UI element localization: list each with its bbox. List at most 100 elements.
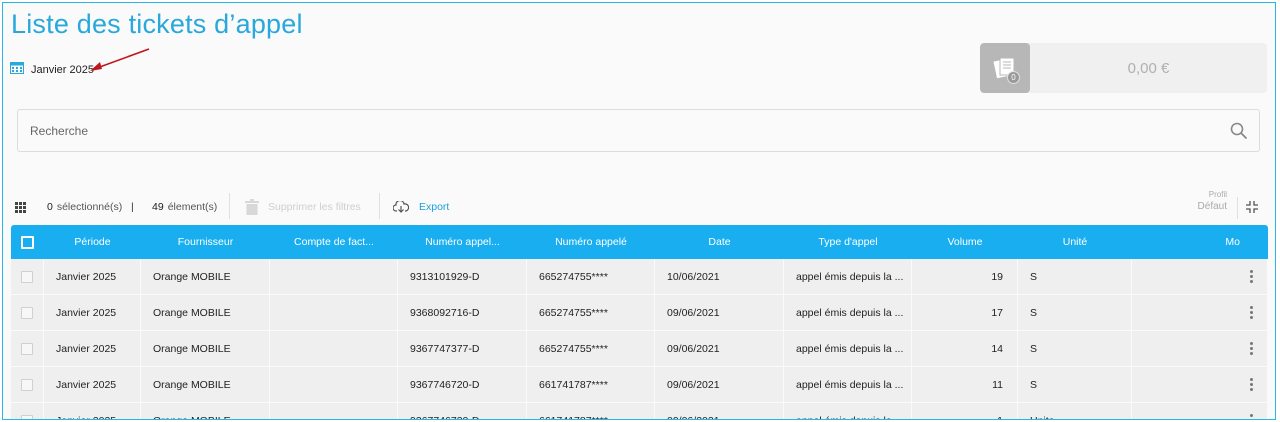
tickets-grid: Période Fournisseur Compte de fact... Nu… bbox=[11, 225, 1268, 419]
table-cell: Orange MOBILE bbox=[141, 402, 270, 419]
table-cell bbox=[270, 258, 398, 295]
kebab-menu-icon bbox=[1250, 414, 1253, 419]
table-cell: 9367746720-D bbox=[398, 366, 527, 403]
table-cell: 1 bbox=[912, 402, 1018, 419]
col-header[interactable]: Période bbox=[44, 236, 141, 248]
table-cell: 14 bbox=[912, 330, 1018, 367]
table-cell: Orange MOBILE bbox=[141, 366, 270, 403]
table-cell: 09/06/2021 bbox=[655, 294, 784, 331]
column-chooser-button[interactable] bbox=[15, 193, 26, 221]
table-cell: 10/06/2021 bbox=[655, 258, 784, 295]
col-header[interactable]: Date bbox=[655, 236, 784, 248]
arrow-annotation bbox=[90, 48, 150, 71]
search-bar bbox=[17, 109, 1260, 152]
clear-filters-button[interactable]: Supprimer les filtres bbox=[245, 193, 361, 221]
selected-count: 0 sélectionné(s) bbox=[47, 193, 122, 221]
table-cell: appel émis depuis la ... bbox=[784, 258, 912, 295]
period-selector[interactable]: Janvier 2025 bbox=[10, 61, 94, 79]
export-button[interactable]: Export bbox=[393, 193, 449, 221]
col-header[interactable]: Mo bbox=[1132, 236, 1268, 248]
table-cell: S bbox=[1018, 258, 1132, 295]
cloud-download-icon bbox=[393, 201, 409, 213]
col-header[interactable]: Compte de fact... bbox=[270, 236, 398, 248]
col-header[interactable]: Fournisseur bbox=[141, 236, 270, 248]
grid-body: Janvier 2025 Orange MOBILE 9313101929-D 665… bbox=[11, 258, 1268, 419]
col-header[interactable]: Type d'appel bbox=[784, 236, 912, 248]
select-all-checkbox[interactable] bbox=[11, 235, 44, 249]
table-cell: 9367746720-D bbox=[398, 402, 527, 419]
table-cell: 661741787**** bbox=[527, 366, 655, 403]
ticket-count-badge: 0 bbox=[1007, 71, 1020, 84]
search-input[interactable] bbox=[30, 123, 1219, 138]
table-cell: 9367747377-D bbox=[398, 330, 527, 367]
table-cell: 661741787**** bbox=[527, 402, 655, 419]
table-cell bbox=[270, 366, 398, 403]
table-cell: 09/06/2021 bbox=[655, 330, 784, 367]
toolbar-separator: | bbox=[131, 201, 134, 213]
kebab-menu-icon bbox=[1250, 342, 1253, 355]
total-amount: 0,00 € bbox=[1127, 59, 1170, 77]
table-cell: Janvier 2025 bbox=[44, 258, 141, 295]
table-cell: 665274755**** bbox=[527, 294, 655, 331]
table-cell: appel émis depuis la ... bbox=[784, 330, 912, 367]
table-cell: 11 bbox=[912, 366, 1018, 403]
row-menu-button[interactable] bbox=[1132, 366, 1268, 403]
table-cell bbox=[270, 294, 398, 331]
profile-value: Défaut bbox=[1197, 201, 1227, 212]
table-cell: appel émis depuis la ... bbox=[784, 366, 912, 403]
row-menu-button[interactable] bbox=[1132, 402, 1268, 419]
element-count-value: 49 bbox=[152, 201, 164, 213]
search-button[interactable] bbox=[1219, 122, 1259, 140]
table-cell: Orange MOBILE bbox=[141, 258, 270, 295]
element-count-label: élement(s) bbox=[167, 201, 218, 213]
grid-icon bbox=[15, 201, 26, 213]
col-header[interactable]: Unité bbox=[1018, 236, 1132, 248]
table-cell: Unite bbox=[1018, 402, 1132, 419]
table-cell: 665274755**** bbox=[527, 258, 655, 295]
table-row[interactable]: Janvier 2025 Orange MOBILE 9368092716-D 665… bbox=[11, 294, 1268, 331]
collapse-button[interactable] bbox=[1245, 193, 1259, 221]
kebab-menu-icon bbox=[1250, 378, 1253, 391]
table-row[interactable]: Janvier 2025 Orange MOBILE 9367747377-D 665… bbox=[11, 330, 1268, 367]
receipt-stack-icon: 0 bbox=[980, 43, 1030, 93]
table-cell: 17 bbox=[912, 294, 1018, 331]
table-cell: 19 bbox=[912, 258, 1018, 295]
amount-summary-card: 0 0,00 € bbox=[980, 43, 1267, 93]
row-checkbox[interactable] bbox=[11, 402, 44, 419]
table-cell: Janvier 2025 bbox=[44, 402, 141, 419]
trash-icon bbox=[245, 199, 259, 215]
table-row[interactable]: Janvier 2025Orange MOBILE 9367746720-D661… bbox=[11, 366, 1268, 403]
search-icon bbox=[1230, 122, 1248, 139]
calendar-icon bbox=[10, 61, 24, 79]
table-cell bbox=[270, 330, 398, 367]
element-count: 49 élement(s) bbox=[152, 193, 217, 221]
col-header[interactable]: Volume bbox=[912, 236, 1018, 248]
grid-header: Période Fournisseur Compte de fact... Nu… bbox=[11, 225, 1268, 259]
app-frame: Liste des tickets d’appel Janvier 2025 0… bbox=[2, 2, 1276, 420]
col-header[interactable]: Numéro appel... bbox=[398, 236, 527, 248]
kebab-menu-icon bbox=[1250, 270, 1253, 283]
profile-selector[interactable]: Profil Défaut bbox=[1198, 189, 1227, 213]
row-menu-button[interactable] bbox=[1132, 330, 1268, 367]
table-cell: 09/06/2021 bbox=[655, 402, 784, 419]
row-checkbox[interactable] bbox=[11, 258, 44, 295]
table-cell: Orange MOBILE bbox=[141, 294, 270, 331]
collapse-icon bbox=[1246, 201, 1258, 213]
table-cell: appel émis depuis la ... bbox=[784, 294, 912, 331]
row-menu-button[interactable] bbox=[1132, 294, 1268, 331]
table-cell bbox=[270, 402, 398, 419]
table-cell: 9313101929-D bbox=[398, 258, 527, 295]
table-row[interactable]: Janvier 2025 Orange MOBILE 9313101929-D 665… bbox=[11, 258, 1268, 295]
row-menu-button[interactable] bbox=[1132, 258, 1268, 295]
row-checkbox[interactable] bbox=[11, 294, 44, 331]
col-header[interactable]: Numéro appelé bbox=[527, 236, 655, 248]
kebab-menu-icon bbox=[1250, 306, 1253, 319]
table-cell: 09/06/2021 bbox=[655, 366, 784, 403]
clear-filters-label: Supprimer les filtres bbox=[268, 201, 361, 213]
table-cell: 665274755**** bbox=[527, 330, 655, 367]
profile-label: Profil bbox=[1208, 190, 1227, 199]
table-cell: 9368092716-D bbox=[398, 294, 527, 331]
table-row[interactable]: Janvier 2025Orange MOBILE 9367746720-D661… bbox=[11, 402, 1268, 419]
row-checkbox[interactable] bbox=[11, 366, 44, 403]
row-checkbox[interactable] bbox=[11, 330, 44, 367]
